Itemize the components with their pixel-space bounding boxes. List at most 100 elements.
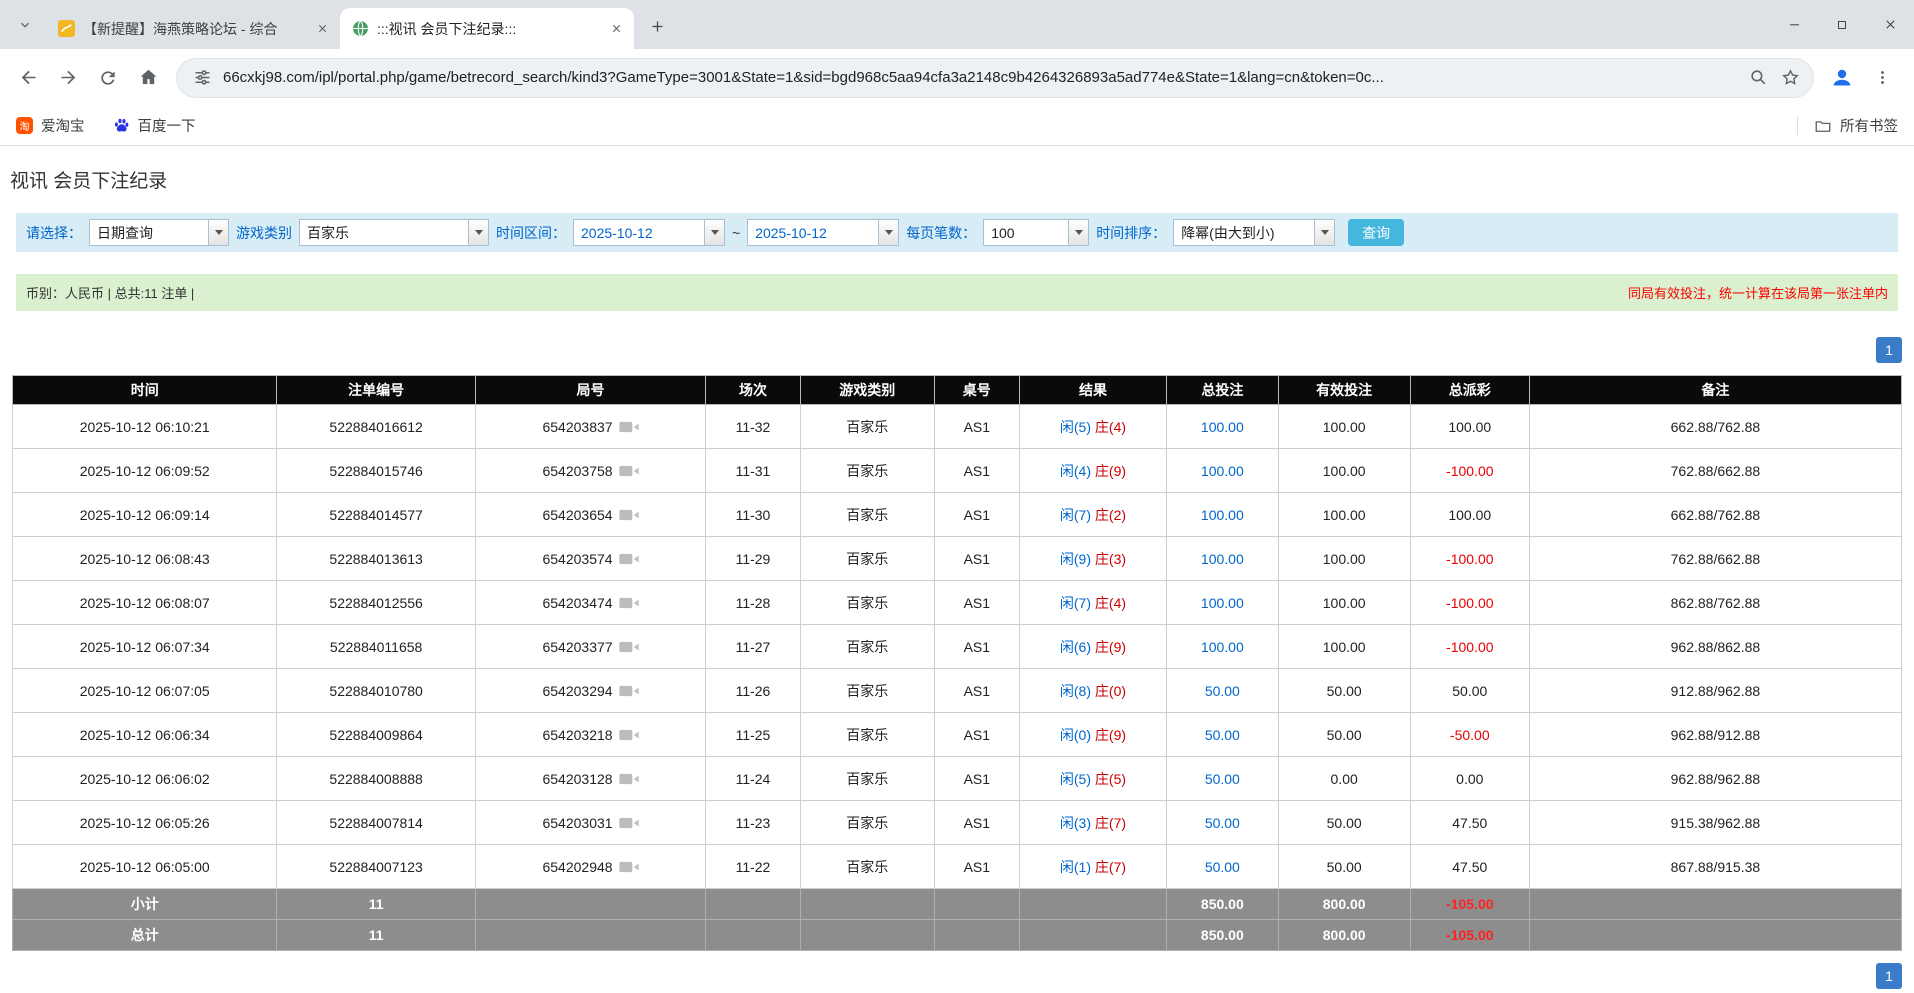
close-button[interactable] bbox=[1866, 0, 1914, 49]
summary-row: 总计11850.00800.00-105.00 bbox=[13, 920, 1902, 951]
all-bookmarks-label: 所有书签 bbox=[1840, 115, 1898, 136]
cell-table-no: AS1 bbox=[934, 625, 1019, 669]
page-number-button[interactable]: 1 bbox=[1876, 963, 1902, 989]
table-row: 2025-10-12 06:07:34522884011658654203377… bbox=[13, 625, 1902, 669]
cell-session: 11-28 bbox=[706, 581, 800, 625]
bookmark-star-icon[interactable] bbox=[1779, 67, 1801, 89]
video-replay-icon[interactable] bbox=[619, 640, 639, 654]
bookmark-taobao[interactable]: 淘 爱淘宝 bbox=[16, 115, 85, 136]
result-banker: 庄(9) bbox=[1095, 639, 1126, 655]
search-button[interactable]: 查询 bbox=[1348, 219, 1404, 246]
page-size-select[interactable]: 100 bbox=[983, 219, 1089, 246]
cell-session: 11-31 bbox=[706, 449, 800, 493]
round-number: 654203031 bbox=[542, 815, 612, 831]
page-title: 视讯 会员下注纪录 bbox=[10, 166, 1914, 193]
chevron-down-icon[interactable] bbox=[208, 220, 228, 245]
omnibox[interactable]: 66cxkj98.com/ipl/portal.php/game/betreco… bbox=[176, 58, 1814, 98]
tab-forum[interactable]: 【新提醒】海燕策略论坛 - 综合 bbox=[46, 8, 340, 49]
cell-round: 654203218 bbox=[475, 713, 705, 757]
total-bet-link[interactable]: 100.00 bbox=[1201, 551, 1244, 567]
video-replay-icon[interactable] bbox=[619, 596, 639, 610]
cell-valid-bet: 50.00 bbox=[1278, 669, 1410, 713]
cell-note: 762.88/662.88 bbox=[1529, 537, 1901, 581]
cell-session: 11-23 bbox=[706, 801, 800, 845]
tab-close-icon[interactable] bbox=[607, 19, 626, 38]
menu-icon[interactable] bbox=[1862, 58, 1902, 98]
site-info-icon[interactable] bbox=[191, 67, 213, 89]
cell-session: 11-29 bbox=[706, 537, 800, 581]
total-bet-link[interactable]: 100.00 bbox=[1201, 419, 1244, 435]
query-type-select[interactable]: 日期查询 bbox=[89, 219, 229, 246]
cell-payout: 100.00 bbox=[1410, 405, 1529, 449]
video-replay-icon[interactable] bbox=[619, 508, 639, 522]
video-replay-icon[interactable] bbox=[619, 684, 639, 698]
video-replay-icon[interactable] bbox=[619, 464, 639, 478]
date-to-select[interactable]: 2025-10-12 bbox=[747, 219, 899, 246]
zoom-icon[interactable] bbox=[1747, 67, 1769, 89]
round-number: 654203294 bbox=[542, 683, 612, 699]
bookmark-baidu[interactable]: 百度一下 bbox=[113, 115, 196, 136]
result-banker: 庄(3) bbox=[1095, 551, 1126, 567]
page-number-button[interactable]: 1 bbox=[1876, 337, 1902, 363]
chevron-down-icon[interactable] bbox=[468, 220, 488, 245]
total-bet-link[interactable]: 50.00 bbox=[1205, 815, 1240, 831]
summary-row: 小计11850.00800.00-105.00 bbox=[13, 889, 1902, 920]
tab-close-icon[interactable] bbox=[313, 19, 332, 38]
summary-payout: -105.00 bbox=[1410, 889, 1529, 920]
cell-total-bet: 50.00 bbox=[1167, 757, 1278, 801]
round-number: 654202948 bbox=[542, 859, 612, 875]
cell-payout: 47.50 bbox=[1410, 845, 1529, 889]
url-text[interactable]: 66cxkj98.com/ipl/portal.php/game/betreco… bbox=[223, 69, 1737, 86]
new-tab-button[interactable] bbox=[642, 11, 672, 41]
site-favicon-icon bbox=[352, 20, 369, 37]
video-replay-icon[interactable] bbox=[619, 816, 639, 830]
chevron-down-icon[interactable] bbox=[704, 220, 724, 245]
total-bet-link[interactable]: 100.00 bbox=[1201, 507, 1244, 523]
plus-icon bbox=[650, 19, 665, 34]
summary-count: 11 bbox=[277, 889, 475, 920]
result-player: 闲(8) bbox=[1060, 683, 1091, 699]
tab-strip: 【新提醒】海燕策略论坛 - 综合 :::视讯 会员下注纪录::: bbox=[0, 0, 1914, 49]
game-type-label: 游戏类别 bbox=[236, 223, 292, 243]
refresh-button[interactable] bbox=[88, 58, 128, 98]
maximize-button[interactable] bbox=[1818, 0, 1866, 49]
minimize-button[interactable] bbox=[1770, 0, 1818, 49]
date-from-select[interactable]: 2025-10-12 bbox=[573, 219, 725, 246]
sort-select[interactable]: 降幂(由大到小) bbox=[1173, 219, 1335, 246]
result-banker: 庄(0) bbox=[1095, 683, 1126, 699]
video-replay-icon[interactable] bbox=[619, 860, 639, 874]
result-player: 闲(5) bbox=[1060, 771, 1091, 787]
total-bet-link[interactable]: 100.00 bbox=[1201, 595, 1244, 611]
tab-search-button[interactable] bbox=[12, 12, 38, 38]
total-bet-link[interactable]: 50.00 bbox=[1205, 859, 1240, 875]
chevron-down-icon[interactable] bbox=[1068, 220, 1088, 245]
all-bookmarks-button[interactable]: 所有书签 bbox=[1814, 115, 1898, 136]
filter-bar: 请选择： 日期查询 游戏类别 百家乐 时间区间： 2025-10-12 ~ 20… bbox=[16, 213, 1898, 252]
cell-note: 962.88/962.88 bbox=[1529, 757, 1901, 801]
cell-total-bet: 50.00 bbox=[1167, 713, 1278, 757]
cell-result: 闲(6) 庄(9) bbox=[1019, 625, 1166, 669]
game-type-select[interactable]: 百家乐 bbox=[299, 219, 489, 246]
chevron-down-icon[interactable] bbox=[878, 220, 898, 245]
video-replay-icon[interactable] bbox=[619, 420, 639, 434]
back-button[interactable] bbox=[8, 58, 48, 98]
cell-table-no: AS1 bbox=[934, 845, 1019, 889]
total-bet-link[interactable]: 100.00 bbox=[1201, 639, 1244, 655]
home-button[interactable] bbox=[128, 58, 168, 98]
cell-note: 762.88/662.88 bbox=[1529, 449, 1901, 493]
profile-button[interactable] bbox=[1822, 58, 1862, 98]
summary-bar: 币别：人民币 | 总共:11 注单 | 同局有效投注，统一计算在该局第一张注单内 bbox=[16, 274, 1898, 311]
tab-bet-records[interactable]: :::视讯 会员下注纪录::: bbox=[340, 8, 634, 49]
video-replay-icon[interactable] bbox=[619, 728, 639, 742]
cell-bet-id: 522884010780 bbox=[277, 669, 475, 713]
cell-table-no: AS1 bbox=[934, 757, 1019, 801]
total-bet-link[interactable]: 100.00 bbox=[1201, 463, 1244, 479]
video-replay-icon[interactable] bbox=[619, 772, 639, 786]
total-bet-link[interactable]: 50.00 bbox=[1205, 727, 1240, 743]
forward-button[interactable] bbox=[48, 58, 88, 98]
total-bet-link[interactable]: 50.00 bbox=[1205, 771, 1240, 787]
video-replay-icon[interactable] bbox=[619, 552, 639, 566]
chevron-down-icon[interactable] bbox=[1314, 220, 1334, 245]
total-bet-link[interactable]: 50.00 bbox=[1205, 683, 1240, 699]
cell-valid-bet: 50.00 bbox=[1278, 801, 1410, 845]
